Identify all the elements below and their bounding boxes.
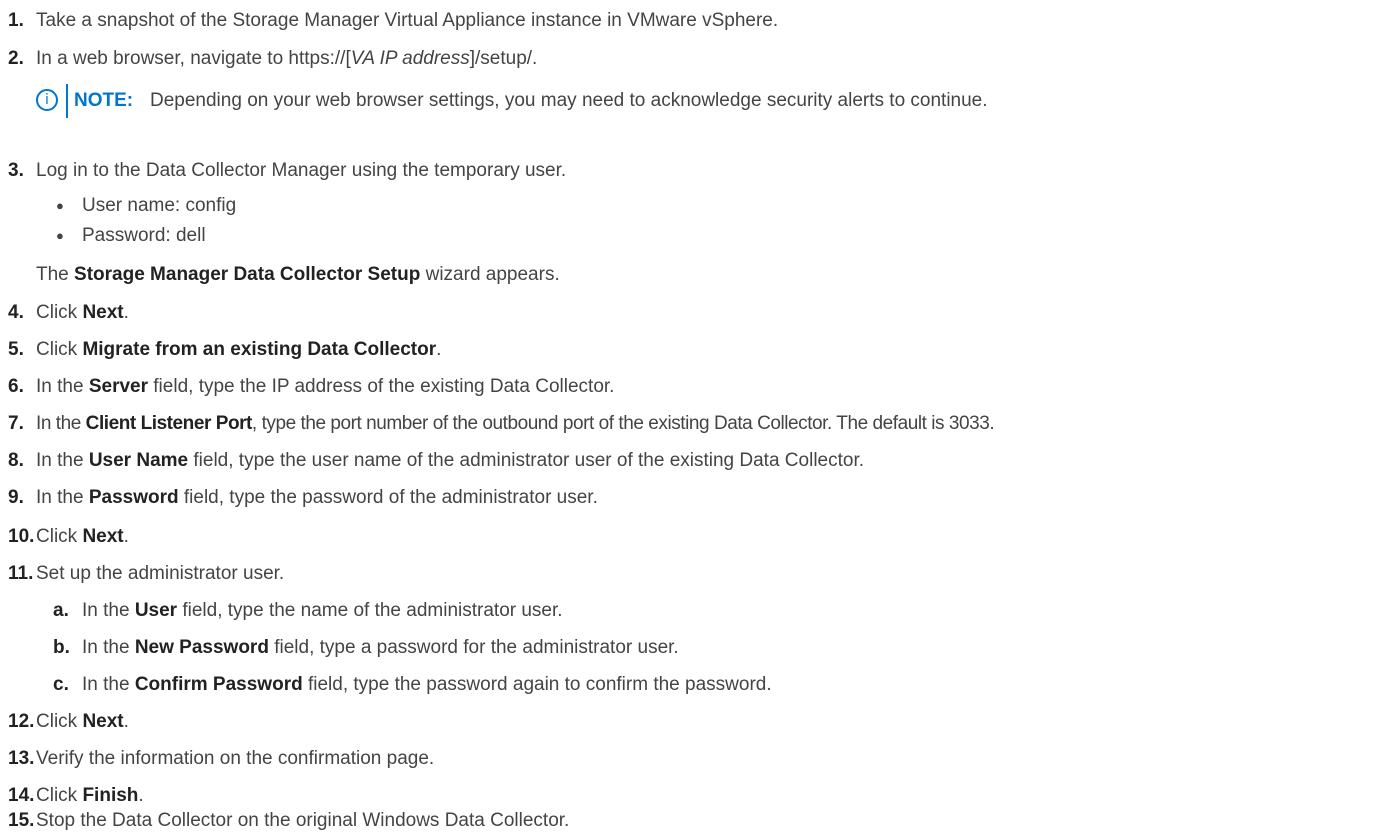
step-number: 9. <box>8 487 24 508</box>
info-circle-icon: i <box>36 89 58 111</box>
step-number: 2. <box>8 48 24 69</box>
step-text: Take a snapshot of the Storage Manager V… <box>36 10 779 31</box>
step-text: Set up the administrator user. <box>36 563 285 584</box>
bullet-icon: ● <box>56 228 64 243</box>
step-number: 1. <box>8 10 24 31</box>
substep-letter: b. <box>53 637 70 658</box>
step-number: 14. <box>8 785 35 806</box>
step-number: 10. <box>8 526 35 547</box>
substep-text: In the Confirm Password field, type the … <box>82 674 772 695</box>
step-number: 11. <box>8 563 34 584</box>
step-number: 13. <box>8 748 35 769</box>
note-text: Depending on your web browser settings, … <box>150 90 988 111</box>
substep-letter: a. <box>53 600 69 621</box>
step-number: 8. <box>8 450 24 471</box>
step-text: In the Client Listener Port, type the po… <box>36 413 995 434</box>
step-text: Log in to the Data Collector Manager usi… <box>36 160 567 181</box>
step-text: Stop the Data Collector on the original … <box>36 810 570 831</box>
step-text: Click Migrate from an existing Data Coll… <box>36 339 442 360</box>
bullet-text: Password: dell <box>82 225 206 246</box>
step-number: 15. <box>8 810 35 831</box>
step-text: Click Next. <box>36 711 129 732</box>
step-number: 7. <box>8 413 24 434</box>
url-placeholder: VA IP address <box>350 48 470 69</box>
step-text: Click Finish. <box>36 785 144 806</box>
substep-text: In the User field, type the name of the … <box>82 600 563 621</box>
step-text: In the User Name field, type the user na… <box>36 450 865 471</box>
note-label: NOTE: <box>74 90 134 111</box>
step-text: In a web browser, navigate to https://[V… <box>36 48 538 69</box>
step-number: 12. <box>8 711 35 732</box>
bullet-icon: ● <box>56 198 64 213</box>
step-text: Click Next. <box>36 302 129 323</box>
step-number: 5. <box>8 339 24 360</box>
bullet-text: User name: config <box>82 195 237 216</box>
note-divider <box>66 84 68 118</box>
step-text: Verify the information on the confirmati… <box>36 748 435 769</box>
step-text: In the Password field, type the password… <box>36 487 598 508</box>
substep-letter: c. <box>53 674 69 695</box>
step-number: 6. <box>8 376 24 397</box>
substep-text: In the New Password field, type a passwo… <box>82 637 679 658</box>
step-text: In the Server field, type the IP address… <box>36 376 615 397</box>
step-number: 4. <box>8 302 24 323</box>
step-number: 3. <box>8 160 24 181</box>
step-text: Click Next. <box>36 526 129 547</box>
